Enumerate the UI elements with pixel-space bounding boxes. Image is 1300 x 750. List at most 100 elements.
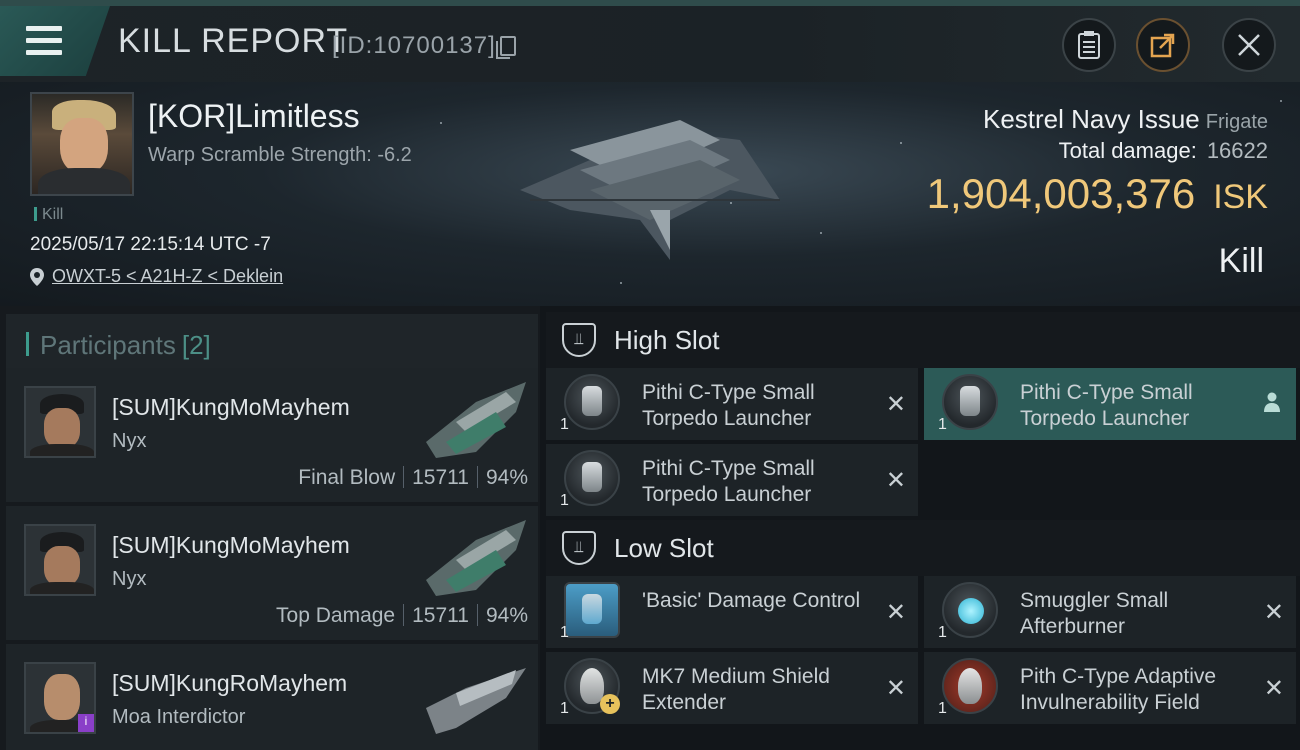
participant-name: [SUM]KungRoMayhem	[112, 670, 348, 696]
module-quantity: 1	[560, 624, 569, 641]
stat-divider	[476, 604, 478, 626]
participant-avatar: i	[24, 662, 96, 734]
low-slot-header: ⫫ Low Slot	[546, 520, 1300, 576]
high-slot-header: ⫫ High Slot	[546, 312, 1300, 368]
torpedo-launcher-icon	[564, 374, 620, 430]
participant-avatar	[24, 524, 96, 596]
participant-percent: 94%	[485, 466, 528, 489]
victim-ship-name[interactable]: Kestrel Navy Issue Frigate	[983, 104, 1268, 135]
module-name: MK7 Medium Shield Extender	[642, 665, 830, 714]
participant-stats: Final Blow 15711 94%	[298, 466, 528, 490]
low-slot-label: Low Slot	[614, 532, 714, 563]
badge-icon: i	[78, 714, 94, 732]
isk-unit: ISK	[1213, 178, 1268, 216]
module-icon-core	[960, 386, 980, 416]
afterburner-icon	[942, 582, 998, 638]
torpedo-launcher-icon	[942, 374, 998, 430]
menu-button[interactable]	[0, 6, 110, 76]
isk-value: 1,904,003,376 ISK	[927, 170, 1268, 218]
result-label: Kill	[1218, 242, 1264, 280]
location-link[interactable]: OWXT-5 < A21H-Z < Deklein	[52, 266, 283, 287]
participant-stats: Top Damage 15711 94%	[276, 604, 528, 628]
stat-divider	[403, 604, 405, 626]
module-item[interactable]: 1 Pith C-Type Adaptive Invulnerability F…	[924, 652, 1296, 724]
avatar-face	[44, 546, 80, 586]
participant-ship-image	[426, 382, 526, 458]
participant-avatar	[24, 386, 96, 458]
kill-tag: Kill	[34, 206, 63, 224]
share-icon	[1150, 33, 1175, 58]
destroyed-icon: ✕	[885, 599, 906, 626]
module-quantity: 1	[560, 492, 569, 509]
participants-header[interactable]: Participants [2]	[6, 314, 538, 370]
module-icon-core	[582, 386, 602, 416]
invulnerability-field-icon	[942, 658, 998, 714]
participants-panel: Participants [2] [SUM]KungMoMayhem Nyx Fi…	[0, 306, 540, 750]
module-name: Pithi C-Type Small Torpedo Launcher	[1020, 381, 1193, 430]
menu-icon	[26, 26, 62, 31]
module-icon-core	[958, 598, 984, 624]
star	[820, 232, 822, 234]
copy-icon[interactable]	[496, 36, 516, 59]
participant-ship-image	[426, 668, 526, 734]
module-name: Pithi C-Type Small Torpedo Launcher	[642, 457, 815, 506]
module-item[interactable]: 1 Pithi C-Type Small Torpedo Launcher ✕	[546, 444, 918, 516]
module-quantity: 1	[560, 700, 569, 717]
victim-ship-image	[520, 120, 780, 260]
module-quantity: 1	[938, 624, 947, 641]
module-item[interactable]: 1 'Basic' Damage Control ✕	[546, 576, 918, 648]
menu-icon-line	[26, 50, 62, 55]
module-item[interactable]: 1 Smuggler Small Afterburner ✕	[924, 576, 1296, 648]
total-damage-value: 16622	[1206, 138, 1268, 163]
close-button[interactable]	[1222, 18, 1276, 72]
star	[1280, 100, 1282, 102]
participant-card[interactable]: [SUM]KungMoMayhem Nyx Top Damage 15711 94%	[6, 506, 538, 640]
location-pin-icon	[30, 267, 44, 286]
participant-name: [SUM]KungMoMayhem	[112, 532, 350, 558]
ship-name-text: Kestrel Navy Issue	[983, 104, 1200, 134]
destroyed-icon: ✕	[885, 675, 906, 702]
module-icon-core	[582, 462, 602, 492]
warp-scramble-strength: Warp Scramble Strength: -6.2	[148, 144, 412, 166]
avatar-face	[60, 118, 108, 174]
module-name: Pith C-Type Adaptive Invulnerability Fie…	[1020, 665, 1217, 714]
destroyed-icon: ✕	[885, 391, 906, 418]
participant-ship: Moa Interdictor	[112, 706, 246, 728]
victim-name[interactable]: [KOR]Limitless	[148, 98, 360, 135]
victim-avatar[interactable]	[30, 92, 134, 196]
close-icon	[1238, 34, 1260, 56]
module-item[interactable]: 1 Pithi C-Type Small Torpedo Launcher ✕	[546, 368, 918, 440]
fitting-panel: ⫫ High Slot 1 Pithi C-Type Small Torpedo…	[540, 306, 1300, 750]
isk-amount: 1,904,003,376	[926, 170, 1196, 217]
avatar-body	[38, 168, 130, 194]
plus-icon: +	[600, 694, 620, 714]
kill-datetime: 2025/05/17 22:15:14 UTC -7	[30, 234, 271, 255]
module-item[interactable]: 1 Pithi C-Type Small Torpedo Launcher	[924, 368, 1296, 440]
participants-count: [2]	[181, 330, 211, 360]
clipboard-icon	[1078, 31, 1100, 59]
clipboard-button[interactable]	[1062, 18, 1116, 72]
participant-card[interactable]: [SUM]KungMoMayhem Nyx Final Blow 15711 94%	[6, 368, 538, 502]
participant-card[interactable]: i [SUM]KungRoMayhem Moa Interdictor	[6, 644, 538, 750]
damage-control-icon	[564, 582, 620, 638]
avatar-body	[30, 444, 94, 456]
person-icon	[1264, 392, 1280, 412]
module-icon-core	[958, 668, 982, 704]
high-slot-icon: ⫫	[562, 323, 596, 357]
star	[440, 122, 442, 124]
participant-ship-image	[426, 520, 526, 596]
module-quantity: 1	[938, 416, 947, 433]
kill-location[interactable]: OWXT-5 < A21H-Z < Deklein	[30, 266, 283, 287]
participant-damage: 15711	[412, 466, 469, 489]
participant-ship: Nyx	[112, 568, 147, 590]
victim-summary: [KOR]Limitless Warp Scramble Strength: -…	[0, 82, 1300, 306]
module-quantity: 1	[560, 416, 569, 433]
high-slot-label: High Slot	[614, 324, 720, 355]
low-slot-icon: ⫫	[562, 531, 596, 565]
share-button[interactable]	[1136, 18, 1190, 72]
header-bar: KILL REPORT [ID:10700137]	[0, 6, 1300, 82]
participant-damage: 15711	[412, 604, 469, 627]
destroyed-icon: ✕	[1263, 599, 1284, 626]
module-item[interactable]: + 1 MK7 Medium Shield Extender ✕	[546, 652, 918, 724]
menu-icon-line	[26, 38, 62, 43]
